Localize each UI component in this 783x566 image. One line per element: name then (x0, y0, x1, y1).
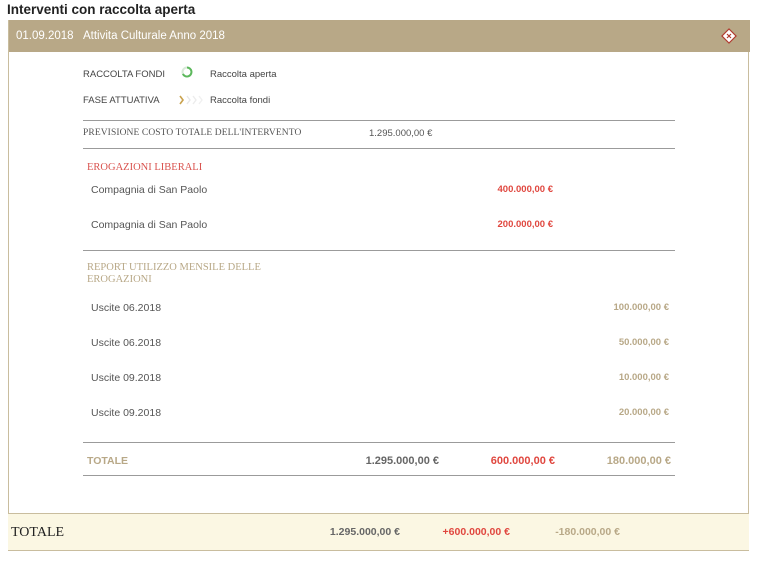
status-label-raccolta: RACCOLTA FONDI (83, 69, 165, 80)
collapse-toggle-icon[interactable] (721, 28, 737, 44)
divider (83, 120, 675, 121)
report-item-label: Uscite 09.2018 (91, 407, 162, 419)
grand-total-bar: TOTALE 1.295.000,00 € +600.000,00 € -180… (8, 514, 749, 551)
donations-section-title: EROGAZIONI LIBERALI (87, 162, 203, 173)
donation-item-amount: 400.000,00 € (497, 184, 553, 195)
status-label-fase: FASE ATTUATIVA (83, 95, 160, 106)
progress-ring-icon (181, 66, 193, 78)
donation-item-amount: 200.000,00 € (497, 219, 553, 230)
card-total-used: 180.000,00 € (606, 455, 671, 467)
grand-total-used: -180.000,00 € (555, 526, 620, 538)
intervention-card: 01.09.2018 Attivita Culturale Anno 2018 … (8, 20, 750, 514)
divider (83, 148, 675, 149)
report-item-amount: 100.000,00 € (613, 302, 669, 313)
donation-item-label: Compagnia di San Paolo (91, 184, 208, 196)
divider (83, 475, 675, 476)
card-total-forecast: 1.295.000,00 € (365, 455, 439, 467)
grand-total-forecast: 1.295.000,00 € (329, 526, 400, 538)
report-section-title: REPORT UTILIZZO MENSILE DELLE EROGAZIONI (87, 262, 261, 285)
report-item-amount: 20.000,00 € (618, 407, 669, 418)
donation-item-label: Compagnia di San Paolo (91, 219, 208, 231)
status-value-fase: Raccolta fondi (210, 95, 271, 106)
status-value-raccolta: Raccolta aperta (210, 69, 277, 80)
intervention-date: 01.09.2018 (16, 30, 74, 42)
grand-total-label: TOTALE (11, 525, 65, 540)
forecast-label: PREVISIONE COSTO TOTALE DELL'INTERVENTO (83, 128, 302, 138)
report-item-amount: 10.000,00 € (618, 372, 669, 383)
grand-total-donations: +600.000,00 € (442, 526, 510, 538)
report-item-label: Uscite 06.2018 (91, 337, 162, 349)
chevron-steps-icon (179, 95, 203, 105)
divider (83, 250, 675, 251)
report-item-label: Uscite 09.2018 (91, 372, 162, 384)
intervention-title: Attivita Culturale Anno 2018 (83, 30, 225, 42)
card-total-label: TOTALE (87, 455, 129, 467)
forecast-value: 1.295.000,00 € (369, 128, 433, 139)
page-title: Interventi con raccolta aperta (7, 2, 196, 17)
card-total-donations: 600.000,00 € (490, 455, 555, 467)
divider (83, 442, 675, 443)
report-item-amount: 50.000,00 € (618, 337, 669, 348)
card-header[interactable]: 01.09.2018 Attivita Culturale Anno 2018 (9, 20, 750, 52)
report-item-label: Uscite 06.2018 (91, 302, 162, 314)
